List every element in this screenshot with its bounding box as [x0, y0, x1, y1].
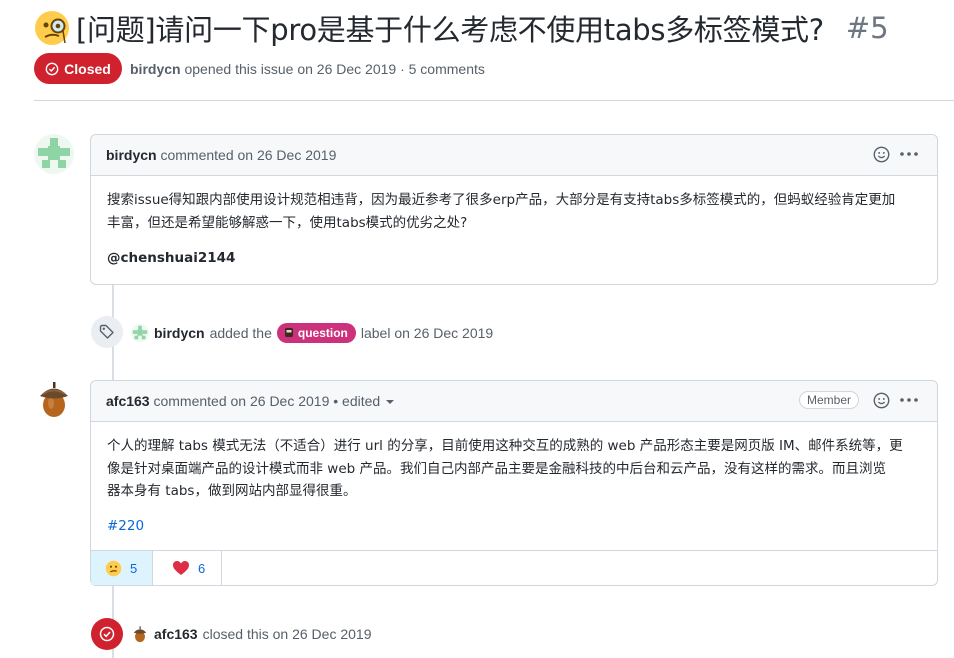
closed-check-icon: [45, 62, 59, 75]
label-event: birdycn added the question label on 26 D…: [131, 321, 493, 345]
comment-header: afc163 commented on 26 Dec 2019 • edited…: [91, 381, 937, 422]
avatar-birdycn[interactable]: [34, 134, 74, 174]
comment-author[interactable]: birdycn: [106, 147, 157, 163]
comment-body: 搜索issue得知跟内部使用设计规范相违背，因为最近参考了很多erp产品，大部分…: [91, 176, 937, 270]
issue-meta: birdycn opened this issue on 26 Dec 2019…: [130, 61, 485, 77]
closed-check-icon: [99, 626, 115, 642]
confused-face-icon: [105, 560, 122, 576]
comment-action[interactable]: commented on 26 Dec 2019 • edited: [153, 393, 380, 409]
heart-icon: [173, 561, 189, 575]
event-pre: added the: [209, 325, 272, 341]
question-label[interactable]: question: [276, 323, 356, 343]
body-line: 个人的理解 tabs 模式无法（不适合）进行 url 的分享，目前使用这种交互的…: [107, 438, 903, 454]
author-link[interactable]: birdycn: [130, 61, 181, 77]
kebab-icon[interactable]: [899, 394, 919, 406]
event-post: label on 26 Dec 2019: [360, 325, 494, 341]
opened-text: opened this issue on 26 Dec 2019 · 5 com…: [184, 61, 485, 77]
robot-icon: [284, 328, 293, 337]
reaction-confused[interactable]: 5: [91, 551, 153, 585]
mini-identicon-icon[interactable]: [131, 324, 149, 342]
header-divider: [34, 100, 954, 101]
member-badge: Member: [799, 391, 860, 409]
label-event-icon-wrap: [91, 316, 123, 348]
comment-author-line: birdycn commented on 26 Dec 2019: [106, 147, 336, 163]
closed-text: closed this on 26 Dec 2019: [202, 626, 372, 642]
event-actor[interactable]: afc163: [154, 626, 198, 642]
closed-event: afc163 closed this on 26 Dec 2019: [131, 622, 371, 646]
reactions-bar: 5 6: [91, 550, 937, 585]
comment-body: 个人的理解 tabs 模式无法（不适合）进行 url 的分享，目前使用这种交互的…: [91, 422, 937, 537]
state-label: Closed: [64, 60, 111, 77]
body-line: 丰富，但还是希望能够解惑一下，使用tabs模式的优劣之处?: [107, 214, 468, 231]
acorn-icon: [40, 382, 68, 417]
mini-acorn-icon[interactable]: [131, 625, 149, 643]
event-actor[interactable]: birdycn: [154, 325, 205, 341]
identicon-icon: [38, 138, 70, 168]
smiley-icon[interactable]: [873, 146, 890, 163]
issue-title-row: [问题]请问一下pro是基于什么考虑不使用tabs多标签模式? #5: [34, 8, 889, 48]
comment-card: afc163 commented on 26 Dec 2019 • edited…: [90, 380, 938, 586]
reaction-count: 6: [198, 560, 206, 576]
monocle-face-icon: [35, 11, 69, 45]
body-line: 器本身有 tabs，做到网站内部显得很重。: [107, 483, 357, 499]
label-text: question: [297, 326, 348, 340]
issue-number: #5: [845, 11, 889, 45]
body-line: 搜索issue得知跟内部使用设计规范相违背，因为最近参考了很多erp产品，大部分…: [107, 192, 896, 208]
closed-event-icon-wrap: [91, 618, 123, 650]
comment-action[interactable]: commented on 26 Dec 2019: [160, 147, 336, 163]
reaction-count: 5: [130, 560, 138, 576]
comment-card: birdycn commented on 26 Dec 2019 搜索issue…: [90, 134, 938, 285]
comment-author-line: afc163 commented on 26 Dec 2019 • edited: [106, 393, 395, 409]
body-line: 像是针对桌面端产品的设计模式而非 web 产品。我们自己内部产品主要是金融科技的…: [107, 460, 886, 477]
issue-title: [问题]请问一下pro是基于什么考虑不使用tabs多标签模式?: [76, 13, 824, 47]
mention-link[interactable]: @chenshuai2144: [107, 247, 921, 270]
reaction-heart[interactable]: 6: [153, 551, 222, 585]
kebab-icon[interactable]: [899, 148, 919, 160]
tag-icon: [99, 324, 114, 339]
issue-ref-link[interactable]: #220: [107, 515, 921, 538]
closed-state-badge: Closed: [34, 53, 122, 84]
avatar-afc163[interactable]: [34, 379, 74, 419]
comment-header: birdycn commented on 26 Dec 2019: [91, 135, 937, 176]
smiley-icon[interactable]: [873, 392, 890, 409]
edit-history-caret-icon[interactable]: [386, 400, 395, 405]
comment-author[interactable]: afc163: [106, 393, 150, 409]
